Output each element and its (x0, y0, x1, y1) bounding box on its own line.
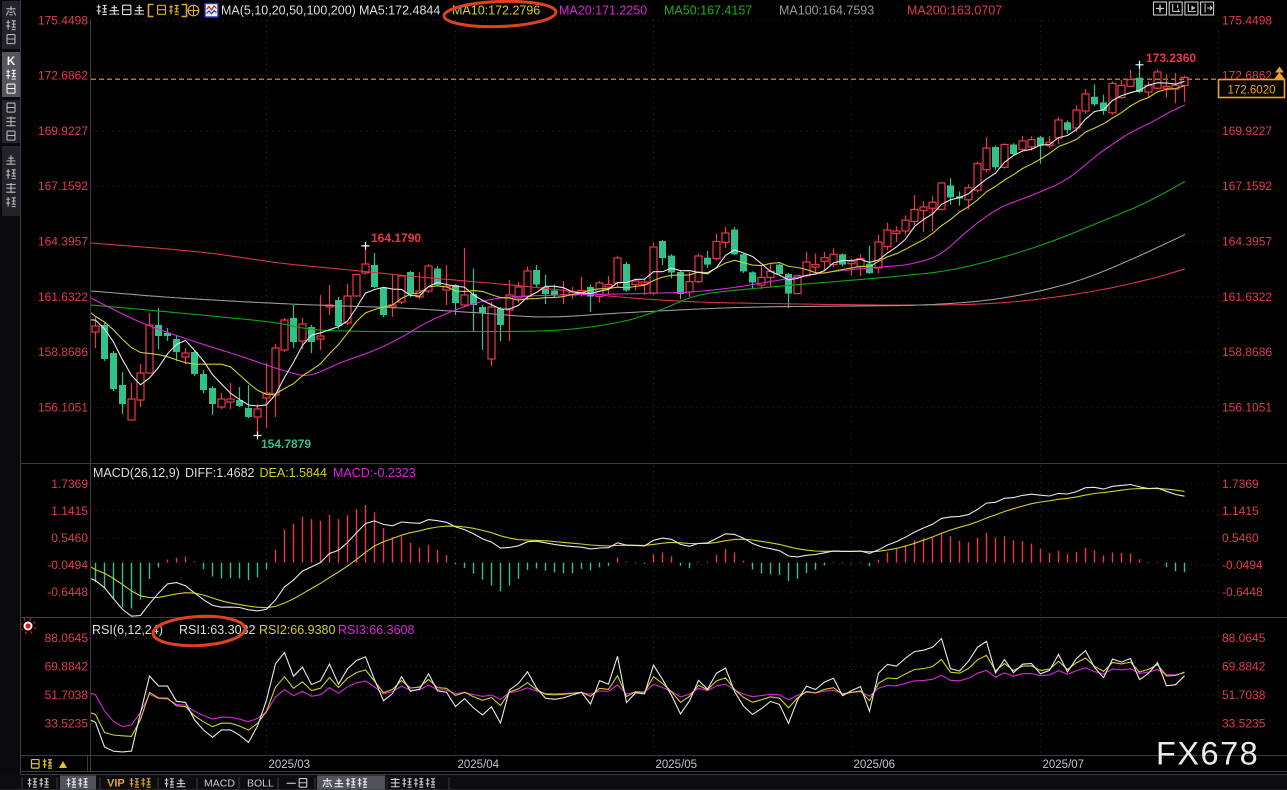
svg-text:-0.6448: -0.6448 (47, 585, 88, 599)
svg-text:MACD: MACD (204, 778, 235, 790)
svg-text:167.1592: 167.1592 (1222, 179, 1272, 193)
svg-text:161.6322: 161.6322 (38, 290, 88, 304)
svg-text:69.8842: 69.8842 (1222, 660, 1266, 674)
svg-text:173.2360: 173.2360 (1146, 51, 1196, 65)
svg-text:156.1051: 156.1051 (38, 400, 88, 414)
svg-text:MA100:164.7593: MA100:164.7593 (779, 4, 874, 18)
svg-text:158.8686: 158.8686 (38, 345, 88, 359)
svg-text:-0.0494: -0.0494 (1222, 558, 1263, 572)
svg-text:169.9227: 169.9227 (1222, 124, 1272, 138)
svg-text:0.5460: 0.5460 (51, 531, 88, 545)
svg-text:VIP: VIP (107, 778, 125, 790)
svg-text:164.1790: 164.1790 (371, 231, 421, 245)
svg-text:DEA:1.5844: DEA:1.5844 (260, 466, 327, 480)
svg-text:51.7038: 51.7038 (1222, 688, 1266, 702)
svg-text:MA200:163.0707: MA200:163.0707 (907, 4, 1002, 18)
svg-text:MA5:172.4844: MA5:172.4844 (359, 4, 440, 18)
svg-text:33.5235: 33.5235 (1222, 717, 1266, 731)
svg-text:BOLL: BOLL (247, 778, 274, 790)
svg-text:167.1592: 167.1592 (38, 179, 88, 193)
svg-text:1.7369: 1.7369 (51, 477, 88, 491)
svg-text:33.5235: 33.5235 (45, 717, 89, 731)
svg-text:K: K (7, 56, 16, 68)
svg-text:175.4498: 175.4498 (38, 13, 88, 27)
svg-text:1.1415: 1.1415 (51, 504, 88, 518)
svg-text:172.6020: 172.6020 (1228, 84, 1276, 96)
svg-text:164.3957: 164.3957 (1222, 235, 1272, 249)
svg-text:156.1051: 156.1051 (1222, 400, 1272, 414)
svg-text:154.7879: 154.7879 (261, 437, 311, 451)
svg-text:175.4498: 175.4498 (1222, 13, 1272, 27)
svg-text:FX678: FX678 (1156, 736, 1259, 772)
svg-text:2025/03: 2025/03 (269, 759, 311, 771)
svg-text:MA20:171.2250: MA20:171.2250 (559, 4, 647, 18)
svg-text:172.6862: 172.6862 (38, 69, 88, 83)
svg-text:2025/05: 2025/05 (656, 759, 698, 771)
svg-text:-0.6448: -0.6448 (1222, 585, 1263, 599)
svg-text:0.5460: 0.5460 (1222, 531, 1259, 545)
svg-text:161.6322: 161.6322 (1222, 290, 1272, 304)
svg-text:88.0645: 88.0645 (45, 631, 89, 645)
svg-text:MA(5,10,20,50,100,200): MA(5,10,20,50,100,200) (221, 4, 356, 18)
svg-text:-0.0494: -0.0494 (47, 558, 88, 572)
svg-text:MA50:167.4157: MA50:167.4157 (664, 4, 752, 18)
svg-text:RSI2:66.9380: RSI2:66.9380 (259, 623, 335, 637)
svg-text:1.1415: 1.1415 (1222, 504, 1259, 518)
svg-text:MACD:-0.2323: MACD:-0.2323 (333, 466, 416, 480)
svg-text:164.3957: 164.3957 (38, 235, 88, 249)
svg-text:51.7038: 51.7038 (45, 688, 89, 702)
svg-text:DIFF:1.4682: DIFF:1.4682 (185, 466, 255, 480)
svg-text:2025/06: 2025/06 (854, 759, 896, 771)
svg-text:RSI3:66.3608: RSI3:66.3608 (338, 623, 414, 637)
svg-text:MACD(26,12,9): MACD(26,12,9) (93, 466, 180, 480)
svg-text:158.8686: 158.8686 (1222, 345, 1272, 359)
svg-text:69.8842: 69.8842 (45, 660, 89, 674)
svg-text:1.7369: 1.7369 (1222, 477, 1259, 491)
svg-text:2025/07: 2025/07 (1043, 759, 1085, 771)
svg-text:88.0645: 88.0645 (1222, 631, 1266, 645)
svg-text:169.9227: 169.9227 (38, 124, 88, 138)
svg-text:2025/04: 2025/04 (458, 759, 500, 771)
